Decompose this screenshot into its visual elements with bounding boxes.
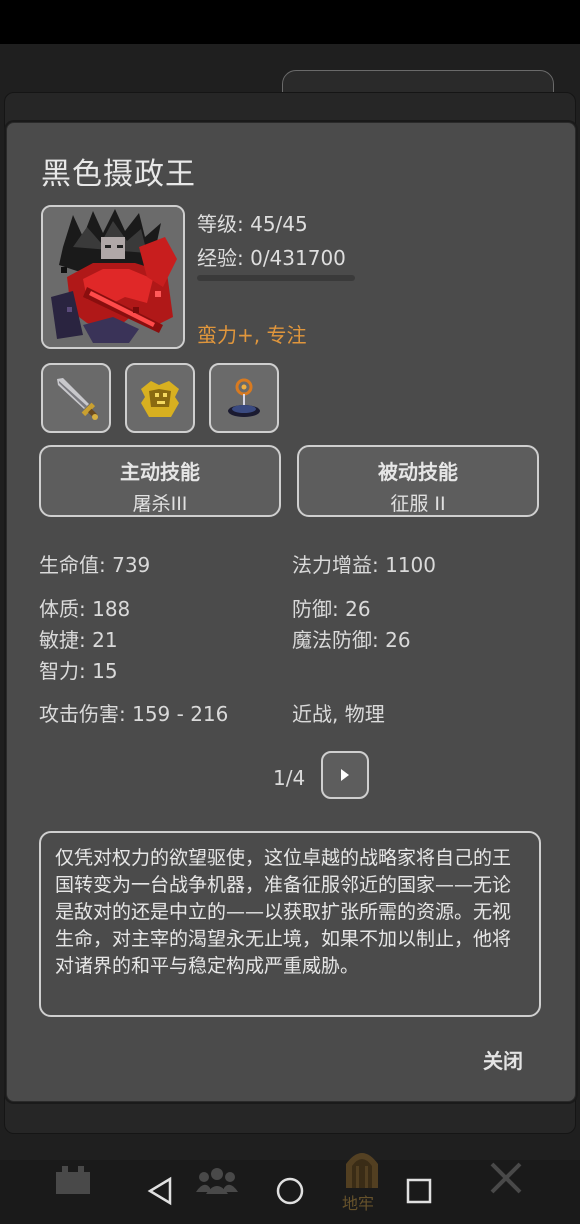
play-arrow-icon [341, 769, 349, 781]
passive-skill-button[interactable]: 被动技能 征服 II [297, 445, 539, 517]
hero-traits: 蛮力+, 专注 [197, 323, 307, 347]
next-page-button[interactable] [321, 751, 369, 799]
stat-constitution: 体质: 188 [39, 597, 131, 621]
sword-icon [57, 378, 98, 420]
stat-defense: 防御: 26 [292, 597, 371, 621]
close-button[interactable]: 关闭 [483, 1045, 523, 1074]
passive-skill-name: 征服 II [390, 493, 446, 515]
stat-attack: 攻击伤害: 159 - 216 [39, 702, 229, 726]
hero-detail-dialog: 黑色摄政王 等级: 45/45 经验: 0/431700 蛮力+, 专注 主动技… [6, 122, 576, 1102]
tab-label-dungeon: 地牢 [342, 1194, 375, 1213]
black-regent-portrait-icon [43, 207, 183, 347]
stat-attack-type: 近战, 物理 [292, 702, 385, 726]
stat-intellect: 智力: 15 [39, 659, 118, 683]
equipment-slot-armor[interactable] [125, 363, 195, 433]
page-indicator: 1/4 [273, 766, 306, 790]
active-skill-name: 屠杀III [132, 493, 188, 515]
stat-agility: 敏捷: 21 [39, 628, 118, 652]
active-skill-button[interactable]: 主动技能 屠杀III [39, 445, 281, 517]
stat-mana-gain: 法力增益: 1100 [292, 553, 436, 577]
status-bar [0, 0, 580, 44]
golden-armor-icon [141, 381, 179, 417]
heroes-icon[interactable] [196, 1166, 238, 1194]
exp-progress-bar [197, 275, 355, 281]
level-text: 等级: 45/45 [197, 212, 308, 236]
home-icon[interactable] [275, 1176, 305, 1206]
back-icon[interactable] [146, 1176, 174, 1206]
exp-text: 经验: 0/431700 [197, 246, 346, 270]
recents-icon[interactable] [406, 1178, 432, 1204]
equipment-slot-accessory[interactable] [209, 363, 279, 433]
hero-description: 仅凭对权力的欲望驱使，这位卓越的战略家将自己的王国转变为一台战争机器，准备征服邻… [39, 831, 541, 1017]
amulet-icon [228, 378, 260, 417]
stat-hp: 生命值: 739 [39, 553, 151, 577]
hero-portrait [41, 205, 185, 349]
equipment-slot-weapon[interactable] [41, 363, 111, 433]
active-skill-header: 主动技能 [120, 460, 200, 484]
hero-name: 黑色摄政王 [41, 157, 196, 192]
stat-magic-defense: 魔法防御: 26 [292, 628, 411, 652]
passive-skill-header: 被动技能 [378, 460, 458, 484]
crossed-swords-icon[interactable] [488, 1162, 524, 1196]
dungeon-door-icon[interactable] [344, 1146, 380, 1188]
castle-icon[interactable] [54, 1162, 92, 1196]
